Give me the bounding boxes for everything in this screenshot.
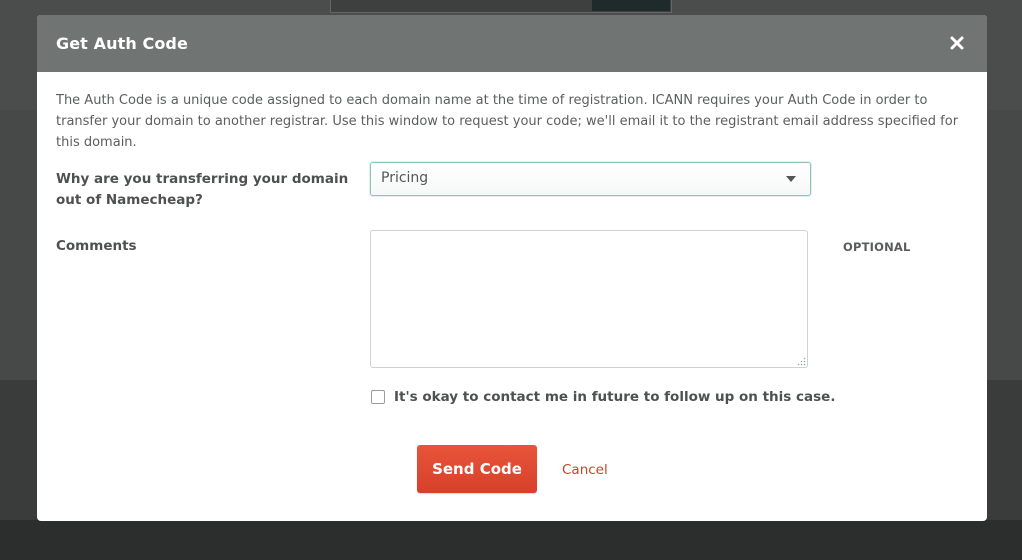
reason-select[interactable]: Pricing — [370, 162, 811, 196]
close-icon — [950, 36, 964, 50]
auth-code-modal: Get Auth Code The Auth Code is a unique … — [37, 15, 987, 521]
chevron-down-icon — [786, 176, 796, 182]
contact-checkbox-label[interactable]: It's okay to contact me in future to fol… — [394, 389, 835, 405]
modal-description: The Auth Code is a unique code assigned … — [56, 93, 959, 150]
modal-header: Get Auth Code — [37, 15, 987, 72]
contact-checkbox[interactable] — [371, 390, 385, 404]
reason-label: Why are you transferring your domain out… — [56, 171, 349, 208]
comments-textarea[interactable] — [370, 230, 808, 368]
close-button[interactable] — [945, 31, 969, 55]
modal-title: Get Auth Code — [56, 34, 188, 53]
background-button — [592, 0, 670, 11]
optional-tag: OPTIONAL — [843, 240, 911, 254]
comments-label: Comments — [56, 238, 137, 254]
send-code-button[interactable]: Send Code — [417, 445, 537, 493]
resize-grip-icon[interactable] — [797, 357, 806, 366]
background-page-footer — [0, 520, 1022, 560]
cancel-link[interactable]: Cancel — [562, 462, 608, 478]
reason-select-value: Pricing — [381, 170, 429, 186]
